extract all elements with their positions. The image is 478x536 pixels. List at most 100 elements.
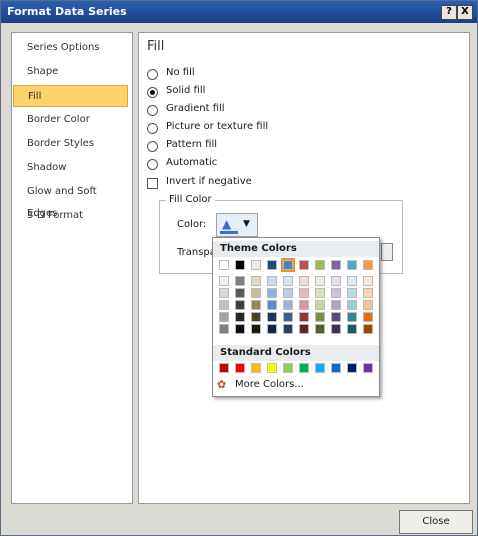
theme-shade-swatch[interactable]	[299, 276, 309, 286]
theme-shade-swatch[interactable]	[283, 276, 293, 286]
standard-color-swatch[interactable]	[331, 363, 341, 373]
radio-no-fill[interactable]	[147, 69, 158, 80]
theme-shade-swatch[interactable]	[235, 312, 245, 322]
theme-color-swatch[interactable]	[299, 260, 309, 270]
standard-color-swatch[interactable]	[347, 363, 357, 373]
option-label: Automatic	[166, 157, 218, 168]
theme-shade-swatch[interactable]	[363, 276, 373, 286]
theme-shade-swatch[interactable]	[283, 312, 293, 322]
theme-shade-swatch[interactable]	[251, 288, 261, 298]
paint-bucket-icon: ▲	[222, 217, 232, 231]
theme-color-swatch[interactable]	[281, 258, 295, 272]
radio-solid-fill[interactable]	[147, 87, 158, 98]
theme-shade-swatch[interactable]	[219, 288, 229, 298]
sidebar-item-shape[interactable]: Shape	[13, 61, 128, 83]
close-x-button[interactable]: X	[457, 5, 473, 20]
category-sidebar: Series Options Shape Fill Border Color B…	[11, 32, 133, 504]
theme-shade-swatch[interactable]	[299, 312, 309, 322]
theme-color-swatch[interactable]	[363, 260, 373, 270]
theme-shade-swatch[interactable]	[267, 300, 277, 310]
theme-shade-swatch[interactable]	[267, 288, 277, 298]
invert-checkbox[interactable]	[147, 178, 158, 189]
invert-label: Invert if negative	[166, 176, 252, 187]
radio-gradient-fill[interactable]	[147, 105, 158, 116]
standard-color-swatch[interactable]	[315, 363, 325, 373]
theme-shade-swatch[interactable]	[315, 324, 325, 334]
theme-shade-swatch[interactable]	[299, 324, 309, 334]
sidebar-item-shadow[interactable]: Shadow	[13, 157, 128, 179]
theme-shade-swatch[interactable]	[251, 300, 261, 310]
sidebar-item-glow-soft-edges[interactable]: Glow and Soft Edges	[13, 181, 128, 219]
option-label: No fill	[166, 67, 195, 78]
theme-color-swatch[interactable]	[219, 260, 229, 270]
sidebar-item-3d-format[interactable]: 3-D Format	[13, 205, 128, 227]
theme-shade-swatch[interactable]	[363, 324, 373, 334]
theme-shade-swatch[interactable]	[235, 288, 245, 298]
theme-shade-swatch[interactable]	[331, 324, 341, 334]
theme-shade-swatch[interactable]	[219, 312, 229, 322]
format-data-series-dialog: Format Data Series ? X Series Options Sh…	[0, 0, 478, 536]
theme-shade-swatch[interactable]	[299, 288, 309, 298]
standard-color-swatch[interactable]	[299, 363, 309, 373]
theme-shade-swatch[interactable]	[283, 324, 293, 334]
more-colors-label: More Colors...	[235, 379, 304, 390]
theme-color-swatch[interactable]	[267, 260, 277, 270]
theme-shade-swatch[interactable]	[251, 276, 261, 286]
theme-shade-swatch[interactable]	[363, 312, 373, 322]
radio-pattern-fill[interactable]	[147, 141, 158, 152]
theme-shade-swatch[interactable]	[363, 288, 373, 298]
theme-color-swatch[interactable]	[331, 260, 341, 270]
theme-shade-swatch[interactable]	[235, 276, 245, 286]
theme-shade-swatch[interactable]	[347, 276, 357, 286]
theme-shade-swatch[interactable]	[347, 288, 357, 298]
radio-picture-fill[interactable]	[147, 123, 158, 134]
theme-shade-swatch[interactable]	[283, 288, 293, 298]
sidebar-item-series-options[interactable]: Series Options	[13, 37, 128, 59]
theme-shade-swatch[interactable]	[267, 324, 277, 334]
theme-shade-swatch[interactable]	[299, 300, 309, 310]
close-button[interactable]: Close	[399, 510, 473, 534]
theme-shade-swatch[interactable]	[331, 300, 341, 310]
standard-color-swatch[interactable]	[267, 363, 277, 373]
theme-shade-swatch[interactable]	[267, 312, 277, 322]
theme-shade-swatch[interactable]	[283, 300, 293, 310]
theme-shade-swatch[interactable]	[267, 276, 277, 286]
theme-shade-swatch[interactable]	[219, 300, 229, 310]
help-button[interactable]: ?	[441, 5, 457, 20]
theme-shade-swatch[interactable]	[315, 300, 325, 310]
dialog-title: Format Data Series	[7, 5, 127, 18]
theme-color-swatch[interactable]	[347, 260, 357, 270]
theme-shade-swatch[interactable]	[331, 312, 341, 322]
theme-shade-swatch[interactable]	[251, 324, 261, 334]
standard-color-swatch[interactable]	[283, 363, 293, 373]
theme-shade-swatch[interactable]	[331, 288, 341, 298]
theme-shade-swatch[interactable]	[331, 276, 341, 286]
standard-color-swatch[interactable]	[363, 363, 373, 373]
theme-shade-swatch[interactable]	[251, 312, 261, 322]
color-picker-button[interactable]: ▲ ▼	[216, 213, 258, 237]
theme-shade-swatch[interactable]	[235, 300, 245, 310]
theme-shade-swatch[interactable]	[363, 300, 373, 310]
theme-shade-swatch[interactable]	[347, 312, 357, 322]
theme-shade-swatch[interactable]	[219, 324, 229, 334]
transparency-spinner[interactable]	[381, 243, 393, 261]
sidebar-item-fill[interactable]: Fill	[13, 85, 128, 107]
theme-shade-swatch[interactable]	[315, 276, 325, 286]
theme-color-swatch[interactable]	[315, 260, 325, 270]
color-palette-popup: Theme Colors Standard Colors ✿ More Colo…	[212, 237, 380, 397]
theme-color-swatch[interactable]	[235, 260, 245, 270]
theme-shade-swatch[interactable]	[315, 288, 325, 298]
standard-color-swatch[interactable]	[235, 363, 245, 373]
radio-automatic[interactable]	[147, 159, 158, 170]
sidebar-item-border-color[interactable]: Border Color	[13, 109, 128, 131]
standard-color-swatch[interactable]	[219, 363, 229, 373]
theme-shade-swatch[interactable]	[347, 300, 357, 310]
theme-color-swatch[interactable]	[251, 260, 261, 270]
theme-shade-swatch[interactable]	[347, 324, 357, 334]
sidebar-item-border-styles[interactable]: Border Styles	[13, 133, 128, 155]
theme-shade-swatch[interactable]	[315, 312, 325, 322]
standard-color-swatch[interactable]	[251, 363, 261, 373]
theme-shade-swatch[interactable]	[235, 324, 245, 334]
theme-shade-swatch[interactable]	[219, 276, 229, 286]
current-color-bar	[220, 231, 238, 234]
